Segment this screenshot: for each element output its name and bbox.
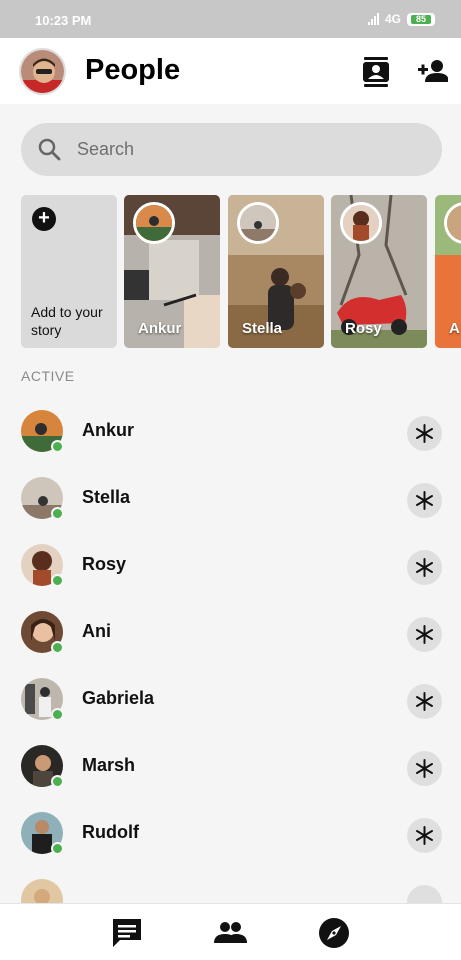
online-indicator (51, 440, 64, 453)
active-person-row[interactable]: Gabriela (0, 668, 461, 735)
wave-button[interactable] (407, 684, 442, 719)
add-person-icon[interactable] (418, 58, 449, 84)
story-card-stella[interactable]: Stella (228, 195, 324, 348)
wave-icon (416, 424, 433, 443)
person-name: Stella (82, 487, 131, 507)
bottom-nav (0, 903, 461, 960)
stories-strip: + Add to your story Ankur Stella Rosy A (21, 195, 461, 348)
active-person-row-partial[interactable] (0, 869, 461, 903)
signal-icon (367, 13, 379, 25)
active-person-row[interactable]: Marsh (0, 735, 461, 802)
person-name: Ankur (82, 420, 135, 440)
active-heading: ACTIVE (21, 368, 75, 384)
active-person-row[interactable]: Ani (0, 601, 461, 668)
story-name: Ankur (138, 320, 182, 337)
person-name: Ani (82, 621, 111, 641)
add-story-card[interactable]: + Add to your story (21, 195, 117, 348)
wave-icon (416, 491, 433, 510)
search-placeholder: Search (77, 139, 135, 159)
network-label: 4G (384, 12, 401, 26)
wave-icon (416, 625, 433, 644)
add-story-label: Add to your story (31, 304, 103, 338)
person-avatar (21, 879, 63, 903)
story-card-partial[interactable]: A (435, 195, 461, 348)
wave-button[interactable] (407, 416, 442, 451)
story-name: Stella (242, 320, 283, 337)
search-input[interactable]: Search (21, 123, 442, 176)
people-icon[interactable] (213, 916, 247, 950)
person-name: Rosy (82, 554, 127, 574)
page-title: People (85, 54, 181, 86)
online-indicator (51, 507, 64, 520)
status-bar: 10:23 PM 4G 85 (0, 0, 461, 38)
contacts-icon[interactable] (362, 57, 390, 87)
wave-icon (416, 558, 433, 577)
person-name: Marsh (82, 755, 136, 775)
wave-icon (416, 826, 433, 845)
story-avatar (133, 202, 175, 244)
person-name: Gabriela (82, 688, 155, 708)
active-person-row[interactable]: Rudolf (0, 802, 461, 869)
wave-button[interactable] (407, 550, 442, 585)
active-person-row[interactable]: Stella (0, 467, 461, 534)
wave-button[interactable] (407, 751, 442, 786)
story-name: Rosy (345, 320, 382, 337)
header: People (0, 38, 461, 104)
story-card-rosy[interactable]: Rosy (331, 195, 427, 348)
search-icon (37, 137, 61, 161)
wave-button[interactable] (407, 818, 442, 853)
story-card-ankur[interactable]: Ankur (124, 195, 220, 348)
battery-icon: 85 (407, 12, 435, 26)
discover-icon[interactable] (317, 916, 351, 950)
status-time: 10:23 PM (35, 13, 92, 28)
wave-button[interactable] (407, 617, 442, 652)
profile-avatar[interactable] (19, 48, 66, 95)
battery-level: 85 (411, 14, 431, 24)
active-person-row[interactable]: Ankur (0, 400, 461, 467)
online-indicator (51, 708, 64, 721)
person-name: Rudolf (82, 822, 139, 842)
story-avatar (340, 202, 382, 244)
chats-icon[interactable] (110, 916, 144, 950)
story-avatar (237, 202, 279, 244)
online-indicator (51, 574, 64, 587)
plus-icon: + (32, 207, 56, 231)
wave-icon (416, 759, 433, 778)
online-indicator (51, 641, 64, 654)
online-indicator (51, 775, 64, 788)
wave-icon (416, 692, 433, 711)
story-name: A (449, 320, 460, 337)
active-person-row[interactable]: Rosy (0, 534, 461, 601)
wave-button[interactable] (407, 885, 442, 903)
wave-button[interactable] (407, 483, 442, 518)
online-indicator (51, 842, 64, 855)
